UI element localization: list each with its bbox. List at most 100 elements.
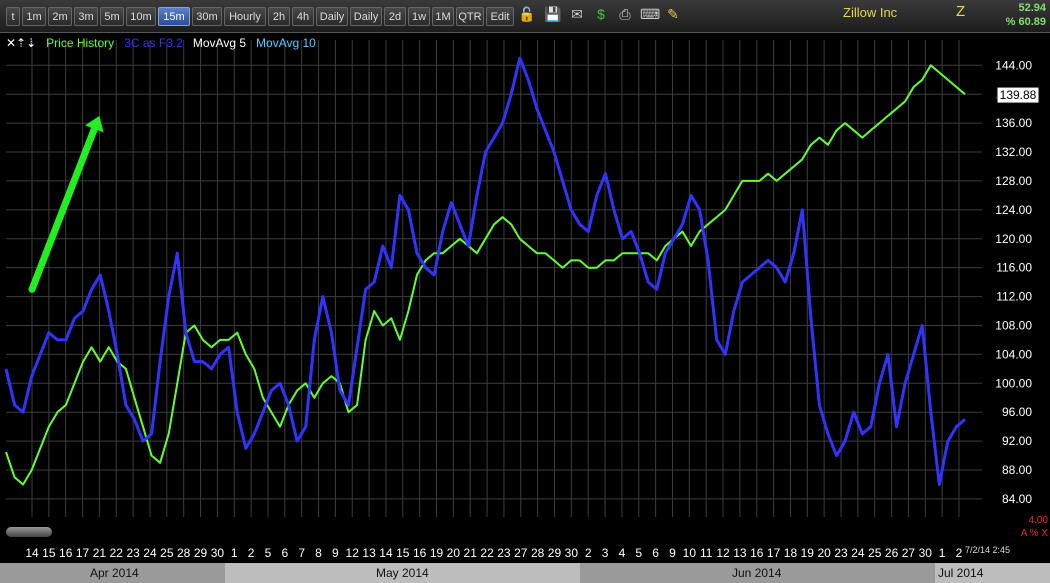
x-tick-label: 8 [315, 546, 322, 560]
legend-item-1[interactable]: 3C as F3.2 [124, 36, 183, 50]
keyboard-icon[interactable]: ⌨ [640, 5, 660, 23]
x-tick-label: 27 [902, 546, 916, 560]
x-tick-label: 27 [514, 546, 528, 560]
x-tick-label: 2 [956, 546, 963, 560]
x-tick-label: 20 [447, 546, 461, 560]
legend-item-2[interactable]: MovAvg 5 [193, 36, 246, 50]
timeframe-button-2[interactable]: 2m [48, 7, 72, 26]
x-tick-label: 7 [298, 546, 305, 560]
pencil-icon[interactable]: ✎ [664, 5, 682, 23]
y-tick-label: 112.00 [996, 290, 1032, 304]
stat-percent: % 60.89 [1005, 16, 1046, 28]
x-tick-label: 6 [281, 546, 288, 560]
timeframe-button-17[interactable]: Edit [486, 7, 514, 26]
x-tick-label: 25 [868, 546, 882, 560]
timeframe-button-3[interactable]: 3m [74, 7, 98, 26]
timeframe-button-1[interactable]: 1m [22, 7, 46, 26]
x-tick-label: 14 [379, 546, 393, 560]
y-tick-label: 84.00 [1002, 492, 1032, 506]
y-tick-label: 136.00 [995, 116, 1032, 130]
month-label: Apr 2014 [90, 566, 139, 580]
x-tick-label: 9 [669, 546, 676, 560]
last-price-label: 139.88 [1000, 88, 1037, 102]
y-tick-label: 104.00 [995, 347, 1032, 361]
y-tick-label: 88.00 [1002, 463, 1032, 477]
timeframe-button-0[interactable]: t [6, 7, 20, 26]
stat-value: 52.94 [1018, 2, 1046, 14]
timeframe-button-15[interactable]: 1M [432, 7, 454, 26]
scroll-handle[interactable] [6, 527, 52, 537]
timeframe-button-13[interactable]: 2d [384, 7, 406, 26]
timeframe-button-9[interactable]: 2h [268, 7, 290, 26]
month-bar: Apr 2014 May 2014 Jun 2014 Jul 2014 [0, 563, 1050, 583]
y-tick-label: 124.00 [995, 203, 1032, 217]
x-tick-label: 5 [635, 546, 642, 560]
y-tick-label: 144.00 [995, 58, 1032, 72]
x-tick-label: 16 [59, 546, 73, 560]
x-tick-label: 1 [231, 546, 238, 560]
x-tick-label: 4 [619, 546, 626, 560]
footer-timestamp: 7/2/14 2:45 [965, 545, 1011, 555]
timeframe-button-8[interactable]: Hourly [224, 7, 266, 26]
x-tick-label: 3 [602, 546, 609, 560]
x-tick-label: 12 [716, 546, 730, 560]
timeframe-button-16[interactable]: QTR [456, 7, 484, 26]
x-tick-label: 30 [919, 546, 933, 560]
legend-item-0[interactable]: Price History [46, 36, 114, 50]
x-tick-label: 25 [160, 546, 174, 560]
x-tick-label: 23 [497, 546, 511, 560]
y-tick-label: 100.00 [995, 376, 1032, 390]
x-tick-label: 15 [42, 546, 56, 560]
y-tick-label: 116.00 [996, 261, 1032, 275]
x-tick-label: 12 [346, 546, 360, 560]
x-tick-label: 28 [531, 546, 545, 560]
month-label: May 2014 [376, 566, 429, 580]
legend-control-icons[interactable]: ✕⇡⇣ [6, 36, 36, 50]
x-tick-label: 30 [565, 546, 579, 560]
save-icon[interactable]: 💾 [544, 5, 562, 23]
price-chart: 84.0088.0092.0096.00100.00104.00108.0011… [4, 40, 1040, 560]
x-tick-label: 2 [248, 546, 255, 560]
x-tick-label: 21 [464, 546, 478, 560]
timeframe-button-12[interactable]: Daily [350, 7, 382, 26]
x-tick-label: 16 [750, 546, 764, 560]
dollar-icon[interactable]: $ [592, 5, 610, 23]
timeframe-button-10[interactable]: 4h [292, 7, 314, 26]
legend-item-3[interactable]: MovAvg 10 [256, 36, 316, 50]
x-tick-label: 18 [784, 546, 798, 560]
month-label: Jun 2014 [732, 566, 782, 580]
print-icon[interactable]: ⎙ [616, 5, 634, 23]
x-tick-label: 9 [332, 546, 339, 560]
lock-icon[interactable]: 🔓 [518, 5, 536, 23]
timeframe-button-11[interactable]: Daily [316, 7, 348, 26]
timeframe-button-14[interactable]: 1w [408, 7, 430, 26]
x-tick-label: 15 [396, 546, 410, 560]
symbol-name: Zillow Inc [843, 5, 898, 20]
timeframe-button-5[interactable]: 10m [126, 7, 156, 26]
x-tick-label: 17 [767, 546, 781, 560]
x-tick-label: 22 [480, 546, 494, 560]
x-tick-label: 23 [126, 546, 140, 560]
timeframe-button-6[interactable]: 15m [158, 7, 190, 26]
month-label: Jul 2014 [938, 566, 984, 580]
x-tick-label: 24 [143, 546, 157, 560]
y-tick-label: 128.00 [995, 174, 1032, 188]
symbol-ticker: Z [956, 3, 966, 20]
x-tick-label: 16 [413, 546, 427, 560]
x-tick-label: 23 [834, 546, 848, 560]
timeframe-button-7[interactable]: 30m [192, 7, 222, 26]
x-tick-label: 11 [700, 546, 713, 560]
timeframe-button-4[interactable]: 5m [100, 7, 124, 26]
x-tick-label: 30 [211, 546, 225, 560]
chart-legend: ✕⇡⇣ Price History 3C as F3.2 MovAvg 5 MovAvg… [6, 36, 326, 50]
x-tick-label: 2 [585, 546, 592, 560]
x-tick-label: 20 [817, 546, 831, 560]
trend-arrow-shaft [28, 125, 98, 293]
x-tick-label: 10 [683, 546, 697, 560]
x-tick-label: 19 [430, 546, 444, 560]
x-tick-label: 13 [733, 546, 747, 560]
x-tick-label: 21 [93, 546, 107, 560]
mail-icon[interactable]: ✉ [568, 5, 586, 23]
x-tick-label: 13 [362, 546, 376, 560]
y-tick-label: 92.00 [1002, 434, 1032, 448]
